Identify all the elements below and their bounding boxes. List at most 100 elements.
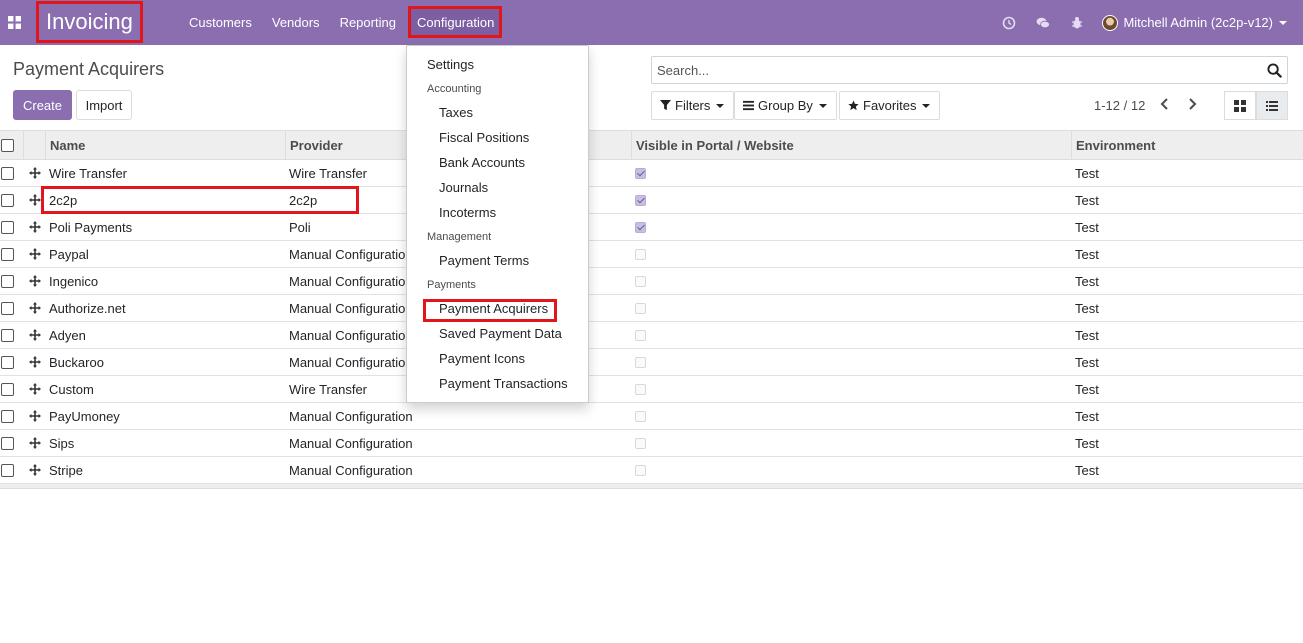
list-icon	[1266, 100, 1278, 111]
favorites-button[interactable]: Favorites	[839, 91, 941, 120]
import-button[interactable]: Import	[76, 90, 132, 120]
favorites-label: Favorites	[863, 98, 917, 113]
drag-handle-icon[interactable]	[29, 410, 41, 422]
dropdown-item-taxes[interactable]: Taxes	[407, 101, 588, 125]
column-header-environment[interactable]: Environment	[1071, 131, 1303, 159]
cell-environment: Test	[1075, 301, 1099, 316]
column-header-visible[interactable]: Visible in Portal / Website	[631, 131, 1071, 159]
dropdown-item-payment-terms[interactable]: Payment Terms	[407, 249, 588, 273]
cell-environment: Test	[1075, 193, 1099, 208]
drag-handle-icon[interactable]	[29, 329, 41, 341]
drag-handle-icon[interactable]	[29, 248, 41, 260]
highlight-box	[423, 299, 557, 322]
groupby-label: Group By	[758, 98, 813, 113]
user-menu[interactable]: Mitchell Admin (2c2p-v12)	[1094, 0, 1303, 45]
drag-handle-icon[interactable]	[29, 464, 41, 476]
table-row[interactable]: Paypal Manual Configuration Test	[0, 241, 1303, 268]
chat-icon	[1036, 17, 1051, 28]
visible-checkbox	[635, 249, 646, 260]
menu-reporting[interactable]: Reporting	[330, 0, 406, 45]
groupby-button[interactable]: Group By	[734, 91, 837, 120]
create-button[interactable]: Create	[13, 90, 72, 120]
row-checkbox[interactable]	[1, 383, 14, 396]
dropdown-item-saved-payment-data[interactable]: Saved Payment Data	[407, 322, 588, 346]
dropdown-item-journals[interactable]: Journals	[407, 176, 588, 200]
app-title[interactable]: Invoicing	[36, 1, 143, 43]
cell-environment: Test	[1075, 247, 1099, 262]
menu-customers[interactable]: Customers	[179, 0, 262, 45]
list-table: Name Provider Visible in Portal / Websit…	[0, 130, 1303, 489]
chevron-down-icon	[818, 103, 827, 108]
cell-environment: Test	[1075, 355, 1099, 370]
visible-checkbox	[635, 168, 646, 179]
list-view-button[interactable]	[1256, 91, 1288, 120]
visible-checkbox	[635, 411, 646, 422]
kanban-view-button[interactable]	[1224, 91, 1256, 120]
row-checkbox[interactable]	[1, 356, 14, 369]
dropdown-item-payment-icons[interactable]: Payment Icons	[407, 347, 588, 371]
drag-handle-icon[interactable]	[29, 221, 41, 233]
table-footer	[0, 484, 1303, 489]
search-icon[interactable]	[1267, 63, 1282, 78]
column-header-name[interactable]: Name	[45, 131, 285, 159]
handle-column-header	[23, 131, 45, 159]
cell-name: Stripe	[49, 463, 83, 478]
pager-value[interactable]: 1-12 / 12	[1094, 98, 1145, 113]
row-checkbox[interactable]	[1, 302, 14, 315]
avatar	[1102, 14, 1119, 31]
menu-vendors[interactable]: Vendors	[262, 0, 330, 45]
table-row[interactable]: Custom Wire Transfer Test	[0, 376, 1303, 403]
table-row[interactable]: Wire Transfer Wire Transfer Test	[0, 160, 1303, 187]
row-checkbox[interactable]	[1, 275, 14, 288]
drag-handle-icon[interactable]	[29, 356, 41, 368]
cell-environment: Test	[1075, 409, 1099, 424]
select-all-checkbox[interactable]	[1, 139, 14, 152]
cell-environment: Test	[1075, 463, 1099, 478]
row-checkbox[interactable]	[1, 167, 14, 180]
dropdown-item-bank-accounts[interactable]: Bank Accounts	[407, 151, 588, 175]
table-row[interactable]: PayUmoney Manual Configuration Test	[0, 403, 1303, 430]
drag-handle-icon[interactable]	[29, 167, 41, 179]
dropdown-item-settings[interactable]: Settings	[407, 53, 588, 77]
dropdown-item-payment-transactions[interactable]: Payment Transactions	[407, 372, 588, 396]
debug-button[interactable]	[1060, 0, 1094, 45]
activities-button[interactable]	[992, 0, 1026, 45]
cell-environment: Test	[1075, 382, 1099, 397]
drag-handle-icon[interactable]	[29, 383, 41, 395]
table-row[interactable]: Poli Payments Poli Test	[0, 214, 1303, 241]
table-row[interactable]: Adyen Manual Configuration Test	[0, 322, 1303, 349]
cell-provider: Manual Configuration	[289, 436, 413, 451]
row-checkbox[interactable]	[1, 248, 14, 261]
messages-button[interactable]	[1026, 0, 1060, 45]
drag-handle-icon[interactable]	[29, 275, 41, 287]
apps-menu-button[interactable]	[0, 0, 28, 45]
chevron-down-icon	[922, 103, 931, 108]
drag-handle-icon[interactable]	[29, 302, 41, 314]
filters-label: Filters	[675, 98, 711, 113]
search-input[interactable]	[657, 62, 1247, 78]
row-checkbox[interactable]	[1, 437, 14, 450]
drag-handle-icon[interactable]	[29, 437, 41, 449]
row-checkbox[interactable]	[1, 194, 14, 207]
row-checkbox[interactable]	[1, 329, 14, 342]
grid-icon	[1234, 99, 1246, 112]
row-checkbox[interactable]	[1, 464, 14, 477]
dropdown-item-fiscal-positions[interactable]: Fiscal Positions	[407, 126, 588, 150]
dropdown-item-incoterms[interactable]: Incoterms	[407, 201, 588, 225]
table-row[interactable]: Stripe Manual Configuration Test	[0, 457, 1303, 484]
configuration-dropdown: Settings Accounting Taxes Fiscal Positio…	[406, 45, 589, 403]
menu-configuration[interactable]: Configuration	[408, 6, 502, 38]
cell-provider: Manual Configuration	[289, 409, 413, 424]
drag-handle-icon[interactable]	[29, 194, 41, 206]
table-row[interactable]: Sips Manual Configuration Test	[0, 430, 1303, 457]
table-row[interactable]: Authorize.net Manual Configuration Test	[0, 295, 1303, 322]
row-checkbox[interactable]	[1, 221, 14, 234]
row-checkbox[interactable]	[1, 410, 14, 423]
chevron-right-icon[interactable]	[1185, 97, 1199, 111]
cell-environment: Test	[1075, 166, 1099, 181]
chevron-left-icon[interactable]	[1158, 97, 1172, 111]
table-row[interactable]: Ingenico Manual Configuration Test	[0, 268, 1303, 295]
visible-checkbox	[635, 195, 646, 206]
table-row[interactable]: Buckaroo Manual Configuration Test	[0, 349, 1303, 376]
filters-button[interactable]: Filters	[651, 91, 735, 120]
